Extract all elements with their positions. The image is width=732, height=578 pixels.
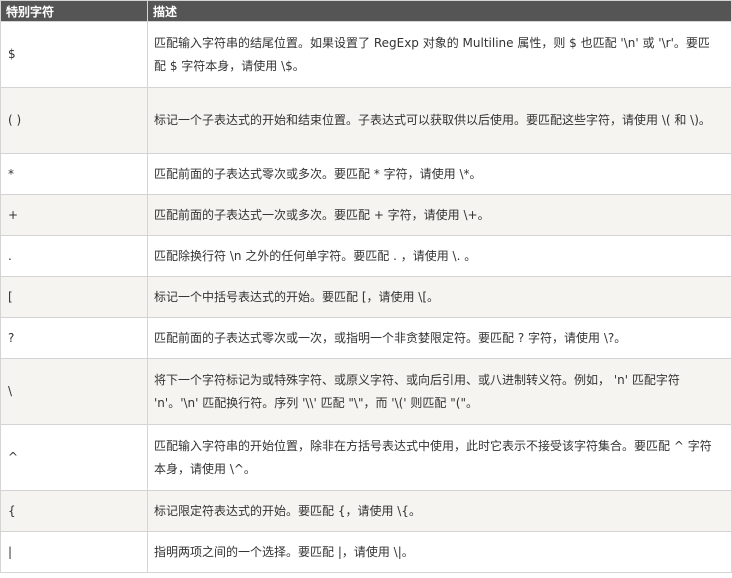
special-char-cell: | (0, 531, 148, 573)
special-characters-table: 特别字符 描述 $ 匹配输入字符串的结尾位置。如果设置了 RegExp 对象的 … (0, 0, 732, 573)
table-row: $ 匹配输入字符串的结尾位置。如果设置了 RegExp 对象的 Multilin… (0, 21, 732, 88)
header-description: 描述 (147, 0, 732, 22)
table-row: ^ 匹配输入字符串的开始位置，除非在方括号表达式中使用，此时它表示不接受该字符集… (0, 424, 732, 491)
table-row: * 匹配前面的子表达式零次或多次。要匹配 * 字符，请使用 \*。 (0, 153, 732, 195)
special-char-cell: * (0, 153, 148, 195)
special-char-cell: ^ (0, 424, 148, 491)
special-char-cell: ( ) (0, 87, 148, 154)
table-header-row: 特别字符 描述 (0, 0, 732, 22)
description-cell: 匹配除换行符 \n 之外的任何单字符。要匹配 . ，请使用 \. 。 (147, 235, 732, 277)
table-row: ( ) 标记一个子表达式的开始和结束位置。子表达式可以获取供以后使用。要匹配这些… (0, 87, 732, 154)
description-cell: 匹配输入字符串的结尾位置。如果设置了 RegExp 对象的 Multiline … (147, 21, 732, 88)
table-row: [ 标记一个中括号表达式的开始。要匹配 [，请使用 \[。 (0, 276, 732, 318)
special-char-cell: \ (0, 358, 148, 425)
description-cell: 匹配前面的子表达式零次或多次。要匹配 * 字符，请使用 \*。 (147, 153, 732, 195)
special-char-cell: . (0, 235, 148, 277)
description-cell: 标记一个中括号表达式的开始。要匹配 [，请使用 \[。 (147, 276, 732, 318)
description-cell: 标记限定符表达式的开始。要匹配 {，请使用 \{。 (147, 490, 732, 532)
description-cell: 标记一个子表达式的开始和结束位置。子表达式可以获取供以后使用。要匹配这些字符，请… (147, 87, 732, 154)
table-row: | 指明两项之间的一个选择。要匹配 |，请使用 \|。 (0, 531, 732, 573)
description-cell: 匹配输入字符串的开始位置，除非在方括号表达式中使用，此时它表示不接受该字符集合。… (147, 424, 732, 491)
table-row: \ 将下一个字符标记为或特殊字符、或原义字符、或向后引用、或八进制转义符。例如，… (0, 358, 732, 425)
description-cell: 匹配前面的子表达式零次或一次，或指明一个非贪婪限定符。要匹配 ? 字符，请使用 … (147, 317, 732, 359)
header-special-char: 特别字符 (0, 0, 148, 22)
special-char-cell: + (0, 194, 148, 236)
special-char-cell: $ (0, 21, 148, 88)
table-row: + 匹配前面的子表达式一次或多次。要匹配 + 字符，请使用 \+。 (0, 194, 732, 236)
table-row: ? 匹配前面的子表达式零次或一次，或指明一个非贪婪限定符。要匹配 ? 字符，请使… (0, 317, 732, 359)
description-cell: 将下一个字符标记为或特殊字符、或原义字符、或向后引用、或八进制转义符。例如， '… (147, 358, 732, 425)
table-row: { 标记限定符表达式的开始。要匹配 {，请使用 \{。 (0, 490, 732, 532)
table-row: . 匹配除换行符 \n 之外的任何单字符。要匹配 . ，请使用 \. 。 (0, 235, 732, 277)
description-cell: 指明两项之间的一个选择。要匹配 |，请使用 \|。 (147, 531, 732, 573)
special-char-cell: [ (0, 276, 148, 318)
special-char-cell: { (0, 490, 148, 532)
special-char-cell: ? (0, 317, 148, 359)
description-cell: 匹配前面的子表达式一次或多次。要匹配 + 字符，请使用 \+。 (147, 194, 732, 236)
